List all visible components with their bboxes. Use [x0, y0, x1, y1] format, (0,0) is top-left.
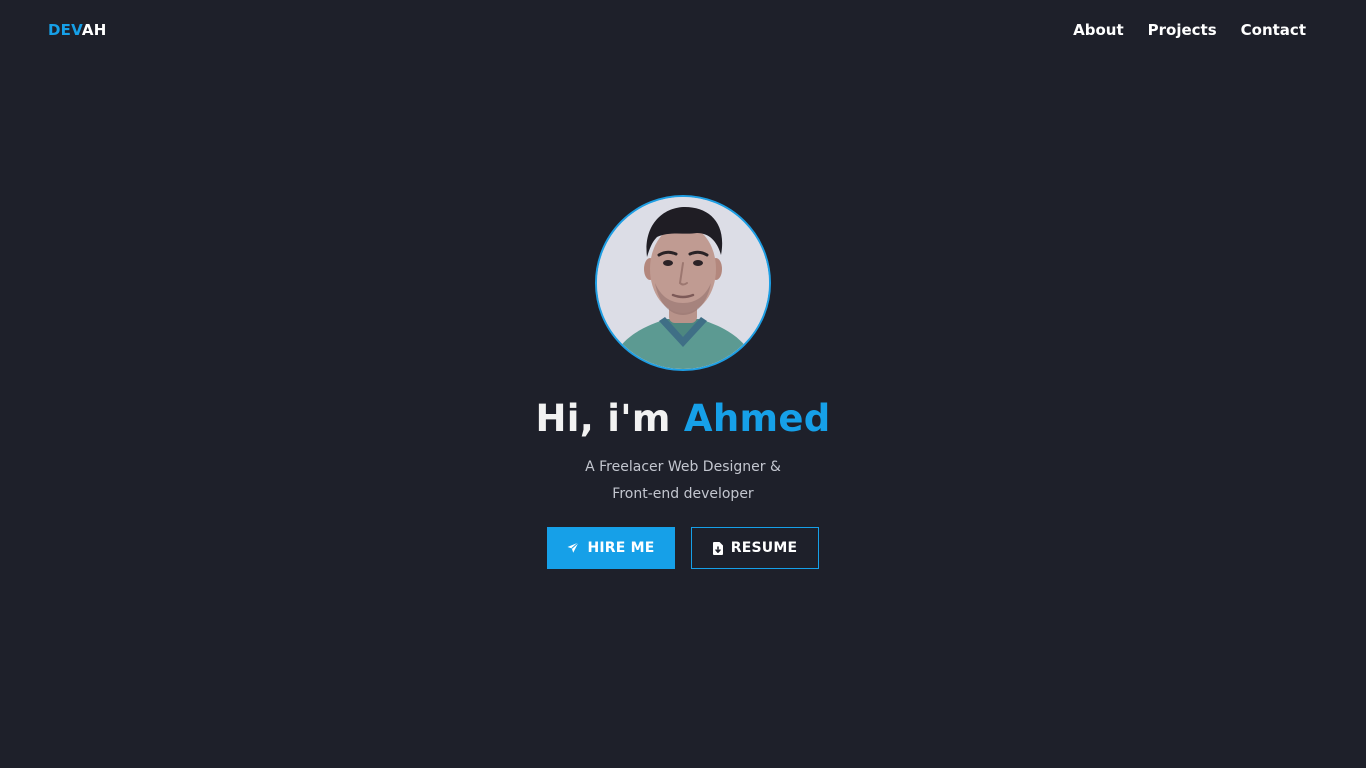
- hire-me-button[interactable]: HIRE ME: [547, 527, 675, 569]
- file-download-icon: [712, 541, 723, 555]
- profile-avatar: [595, 195, 771, 371]
- site-logo[interactable]: DEVAH: [48, 21, 106, 39]
- hero-headline: Hi, i'm Ahmed: [0, 395, 1366, 443]
- logo-rest-text: AH: [81, 21, 107, 39]
- logo-accent-text: DEV: [48, 21, 82, 39]
- nav-link-about[interactable]: About: [1073, 20, 1124, 40]
- main-nav: About Projects Contact: [1073, 20, 1306, 40]
- profile-photo: [597, 197, 769, 369]
- resume-label: RESUME: [730, 540, 798, 556]
- hero-subtitle: A Freelacer Web Designer & Front-end dev…: [0, 454, 1366, 508]
- hero-greeting: Hi, i'm: [535, 397, 671, 440]
- page: DEVAH About Projects Contact Hi, i'm Ahm…: [0, 0, 1366, 768]
- resume-button[interactable]: RESUME: [691, 527, 819, 569]
- hero-subtitle-line-2: Front-end developer: [612, 486, 754, 502]
- paper-plane-icon: [567, 542, 580, 554]
- hero-name: Ahmed: [683, 397, 831, 440]
- nav-link-contact[interactable]: Contact: [1241, 20, 1306, 40]
- hire-me-label: HIRE ME: [587, 540, 655, 556]
- hero-subtitle-line-1: A Freelacer Web Designer &: [585, 459, 781, 475]
- nav-link-projects[interactable]: Projects: [1148, 20, 1217, 40]
